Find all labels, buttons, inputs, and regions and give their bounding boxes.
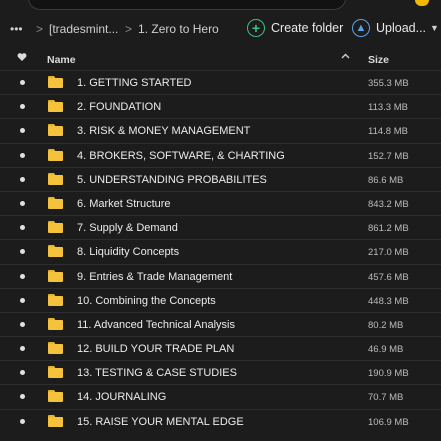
folder-icon	[48, 317, 63, 330]
table-row[interactable]: 11. Advanced Technical Analysis 80.2 MB	[0, 311, 441, 336]
file-size: 114.8 MB	[368, 126, 408, 138]
notification-icon[interactable]	[415, 0, 429, 6]
top-bar	[0, 0, 441, 12]
row-select-dot[interactable]	[20, 321, 25, 327]
folder-icon	[48, 366, 63, 379]
row-select-dot[interactable]	[20, 80, 25, 85]
breadcrumb-separator: >	[125, 22, 133, 36]
file-list: 1. GETTING STARTED 355.3 MB 2. FOUNDATION 1…	[0, 70, 441, 433]
folder-icon	[48, 172, 63, 185]
folder-icon	[48, 100, 63, 113]
more-options-button[interactable]: •••	[10, 22, 30, 36]
file-name[interactable]: 5. UNDERSTANDING PROBABILITES	[77, 174, 267, 186]
create-folder-label: Create folder	[271, 21, 344, 35]
file-name[interactable]: 13. TESTING & CASE STUDIES	[77, 367, 237, 379]
row-select-dot[interactable]	[20, 394, 25, 400]
search-input[interactable]	[28, 0, 346, 10]
file-name[interactable]: 15. RAISE YOUR MENTAL EDGE	[77, 416, 244, 428]
table-row[interactable]: 5. UNDERSTANDING PROBABILITES 86.6 MB	[0, 166, 441, 191]
row-select-dot[interactable]	[20, 104, 25, 110]
table-row[interactable]: 3. RISK & MONEY MANAGEMENT 114.8 MB	[0, 118, 441, 142]
create-folder-button[interactable]: + Create folder	[247, 19, 343, 37]
folder-icon	[48, 221, 63, 234]
table-row[interactable]: 10. Combining the Concepts 448.3 MB	[0, 287, 441, 312]
folder-icon	[48, 196, 63, 209]
row-select-dot[interactable]	[20, 249, 25, 255]
file-name[interactable]: 9. Entries & Trade Management	[77, 271, 232, 283]
breadcrumb-item-current[interactable]: 1. Zero to Hero	[138, 22, 219, 36]
file-name[interactable]: 7. Supply & Demand	[77, 222, 178, 234]
folder-icon	[48, 414, 63, 427]
table-row[interactable]: 8. Liquidity Concepts 217.0 MB	[0, 239, 441, 263]
table-row[interactable]: 12. BUILD YOUR TRADE PLAN 46.9 MB	[0, 336, 441, 360]
file-size: 113.3 MB	[368, 102, 408, 114]
table-row[interactable]: 7. Supply & Demand 861.2 MB	[0, 215, 441, 239]
row-select-dot[interactable]	[20, 200, 25, 206]
row-select-dot[interactable]	[20, 418, 25, 424]
upload-label: Upload...	[376, 21, 427, 35]
table-header: Name Size	[0, 48, 441, 70]
table-row[interactable]: 4. BROKERS, SOFTWARE, & CHARTING 152.7 MB	[0, 142, 441, 167]
upload-circle-icon: ▲	[352, 19, 370, 37]
size-column-header[interactable]: Size	[368, 54, 389, 66]
file-name[interactable]: 8. Liquidity Concepts	[77, 246, 179, 258]
file-size: 190.9 MB	[368, 368, 409, 380]
row-select-dot[interactable]	[20, 346, 25, 352]
file-name[interactable]: 10. Combining the Concepts	[77, 295, 216, 307]
row-select-dot[interactable]	[20, 297, 25, 303]
file-browser: ••• > [tradesmint.... > 1. Zero to Hero …	[0, 0, 441, 441]
folder-icon	[48, 245, 63, 258]
file-name[interactable]: 6. Market Structure	[77, 198, 171, 210]
table-row[interactable]: 15. RAISE YOUR MENTAL EDGE 106.9 MB	[0, 408, 441, 433]
row-select-dot[interactable]	[20, 128, 25, 134]
upload-button[interactable]: ▲ Upload... ▼	[352, 19, 439, 37]
file-size: 843.2 MB	[368, 198, 409, 210]
table-row[interactable]: 13. TESTING & CASE STUDIES 190.9 MB	[0, 360, 441, 384]
folder-icon	[48, 269, 63, 282]
chevron-down-icon[interactable]: ▼	[430, 23, 439, 33]
file-size: 86.6 MB	[368, 174, 404, 186]
file-size: 152.7 MB	[368, 150, 409, 162]
file-size: 70.7 MB	[368, 392, 404, 404]
row-select-dot[interactable]	[20, 273, 25, 279]
plus-circle-icon: +	[247, 19, 265, 37]
table-row[interactable]: 14. JOURNALING 70.7 MB	[0, 384, 441, 408]
file-name[interactable]: 11. Advanced Technical Analysis	[77, 319, 235, 331]
name-column-header[interactable]: Name	[47, 54, 76, 66]
file-size: 457.6 MB	[368, 271, 409, 283]
row-select-dot[interactable]	[20, 370, 25, 376]
file-name[interactable]: 12. BUILD YOUR TRADE PLAN	[77, 343, 234, 355]
file-size: 217.0 MB	[368, 247, 409, 259]
folder-icon	[48, 342, 63, 355]
table-row[interactable]: 1. GETTING STARTED 355.3 MB	[0, 70, 441, 94]
toolbar: ••• > [tradesmint.... > 1. Zero to Hero …	[0, 14, 441, 44]
folder-icon	[48, 148, 63, 161]
table-row[interactable]: 6. Market Structure 843.2 MB	[0, 190, 441, 215]
table-row[interactable]: 2. FOUNDATION 113.3 MB	[0, 94, 441, 118]
breadcrumb-separator: >	[36, 22, 44, 36]
file-size: 355.3 MB	[368, 78, 409, 89]
folder-icon	[48, 76, 63, 88]
folder-icon	[48, 293, 63, 306]
folder-icon	[48, 124, 63, 137]
file-name[interactable]: 2. FOUNDATION	[77, 101, 161, 113]
file-size: 861.2 MB	[368, 223, 409, 235]
folder-icon	[48, 390, 63, 403]
file-size: 448.3 MB	[368, 295, 409, 307]
table-row[interactable]: 9. Entries & Trade Management 457.6 MB	[0, 263, 441, 288]
file-name[interactable]: 3. RISK & MONEY MANAGEMENT	[77, 125, 250, 137]
heart-icon[interactable]	[17, 52, 27, 62]
row-select-dot[interactable]	[20, 225, 25, 231]
file-name[interactable]: 14. JOURNALING	[77, 391, 166, 403]
file-size: 80.2 MB	[368, 319, 404, 331]
breadcrumb-item-parent[interactable]: [tradesmint....	[49, 22, 119, 36]
file-size: 46.9 MB	[368, 344, 404, 356]
sort-ascending-icon[interactable]	[341, 52, 350, 64]
row-select-dot[interactable]	[20, 176, 25, 182]
file-name[interactable]: 1. GETTING STARTED	[77, 77, 192, 89]
file-name[interactable]: 4. BROKERS, SOFTWARE, & CHARTING	[77, 150, 285, 162]
file-size: 106.9 MB	[368, 416, 409, 428]
row-select-dot[interactable]	[20, 152, 25, 158]
